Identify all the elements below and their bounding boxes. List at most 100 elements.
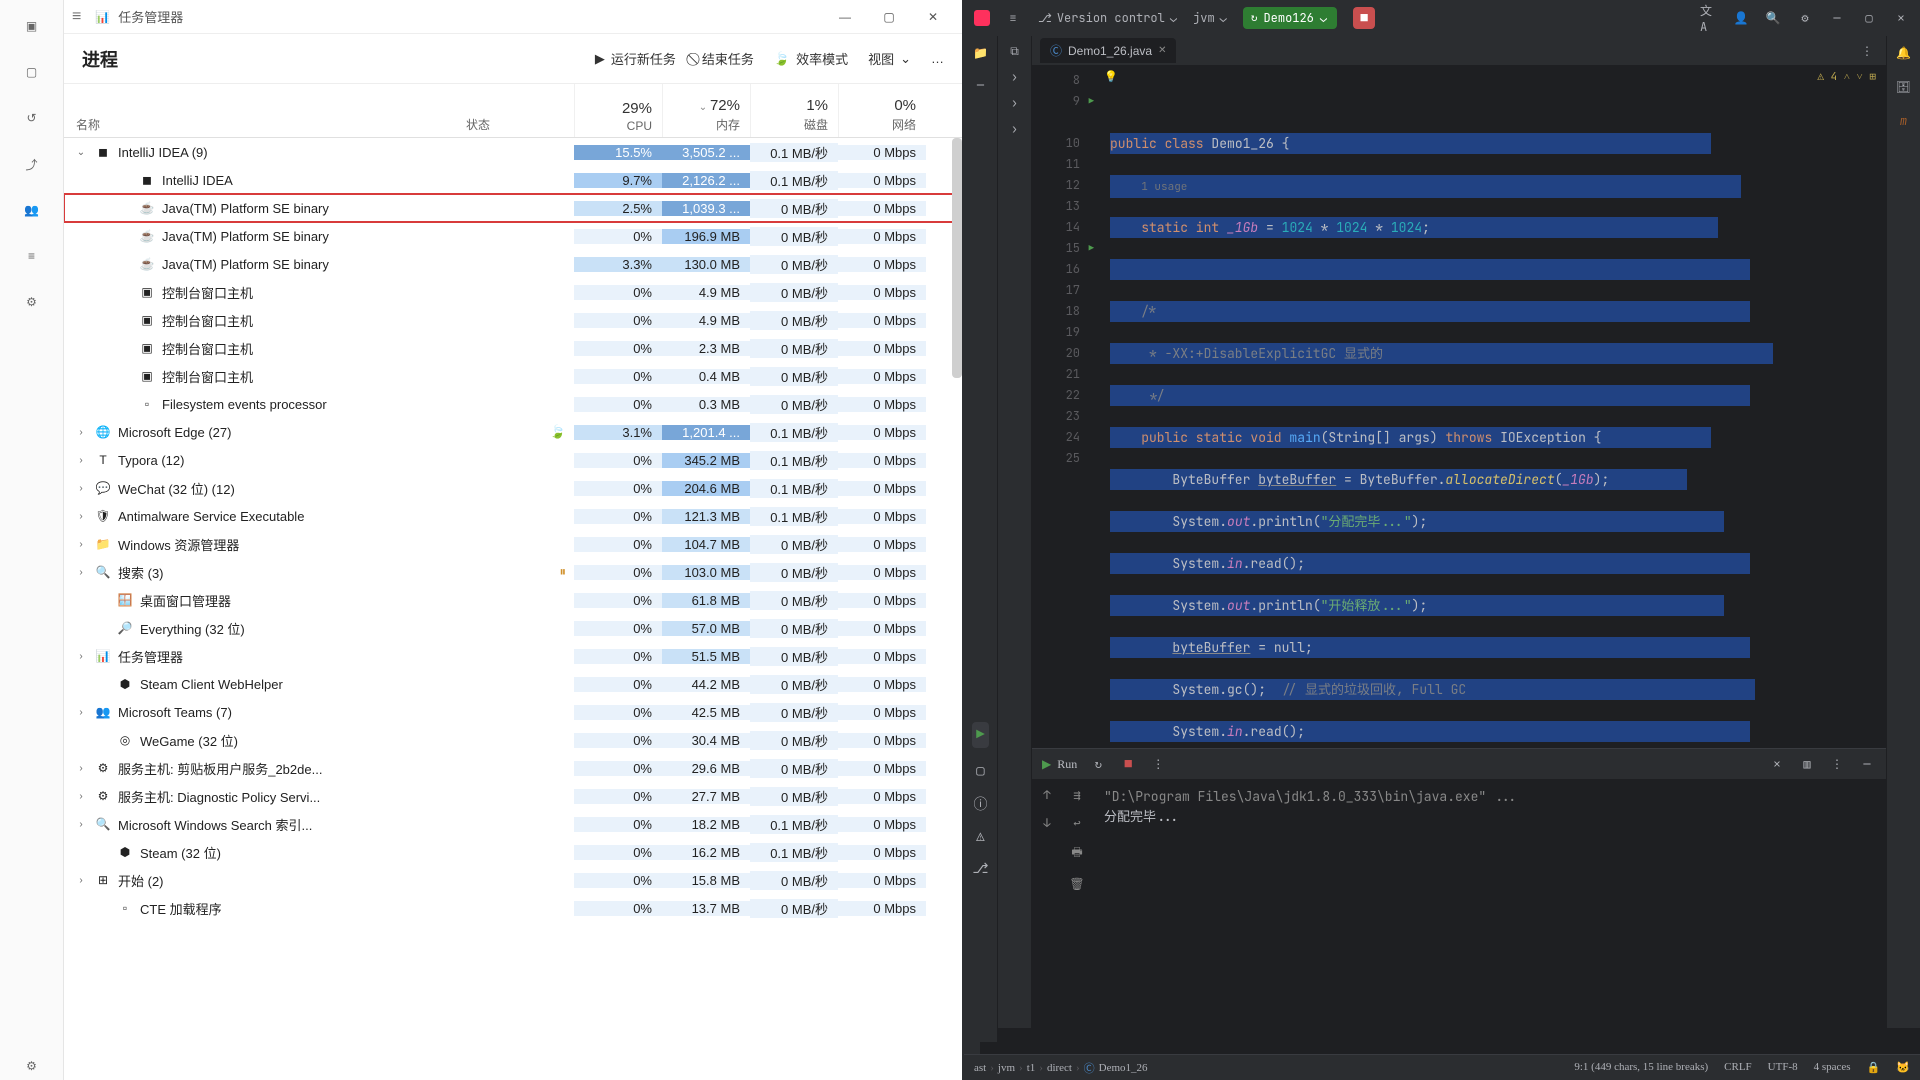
tm-process-list[interactable]: ⌄◼IntelliJ IDEA (9)15.5%3,505.2 ...0.1 M… (64, 138, 962, 1080)
table-row[interactable]: ›⊞开始 (2)0%15.8 MB0 MB/秒0 Mbps (64, 866, 962, 894)
table-row[interactable]: ›🛡Antimalware Service Executable0%121.3 … (64, 502, 962, 530)
console-more-icon[interactable]: ⋮ (1149, 755, 1167, 773)
stop-console-icon[interactable]: ■ (1119, 755, 1137, 773)
details-icon[interactable]: ≡ (18, 242, 46, 270)
code-editor[interactable]: 💡 ⚠ 4 ˄ ˅ ⊞ 8 9 ▶ 10 11 12 13 14 15 ▶ 16… (1032, 66, 1886, 748)
gear-icon[interactable]: ⚙ (1796, 9, 1814, 27)
close-button[interactable]: ✕ (912, 3, 954, 31)
table-row[interactable]: ›🌐Microsoft Edge (27)🍃3.1%1,201.4 ...0.1… (64, 418, 962, 446)
col-name-label[interactable]: 名称 (76, 116, 442, 133)
database-icon[interactable]: 🗄 (1895, 78, 1913, 96)
translate-icon[interactable]: 文A (1700, 9, 1718, 27)
history-icon[interactable]: ↺ (18, 104, 46, 132)
gutter-run-icon[interactable]: ▶ (1089, 238, 1094, 259)
minimize-button[interactable]: — (824, 3, 866, 31)
more-button[interactable]: … (931, 49, 944, 68)
table-row[interactable]: ▣控制台窗口主机0%4.9 MB0 MB/秒0 Mbps (64, 278, 962, 306)
notifications-icon[interactable]: 🔔 (1895, 44, 1913, 62)
table-row[interactable]: ›📊任务管理器0%51.5 MB0 MB/秒0 Mbps (64, 642, 962, 670)
table-row[interactable]: 🪟桌面窗口管理器0%61.8 MB0 MB/秒0 Mbps (64, 586, 962, 614)
version-control-dropdown[interactable]: ⎇Version control⌄ (1038, 10, 1177, 26)
table-row[interactable]: ›📁Windows 资源管理器0%104.7 MB0 MB/秒0 Mbps (64, 530, 962, 558)
table-row[interactable]: ›TTypora (12)0%345.2 MB0.1 MB/秒0 Mbps (64, 446, 962, 474)
print-icon[interactable]: 🖶 (1071, 843, 1082, 864)
project-tool-icon[interactable]: 📁 (972, 44, 990, 62)
collapse-icon[interactable]: — (972, 76, 990, 94)
col-cpu-label[interactable]: CPU (585, 119, 652, 133)
code-content[interactable]: public class Demo1_26 { 1 usage static i… (1092, 66, 1886, 748)
git-icon[interactable]: ⎇ (972, 860, 988, 878)
processes-icon[interactable]: ▣ (18, 12, 46, 40)
maximize-button[interactable]: ▢ (868, 3, 910, 31)
editor-tab[interactable]: Ⓒ Demo1_26.java ✕ (1040, 38, 1176, 63)
efficiency-button[interactable]: 🍃效率模式 (774, 49, 848, 68)
line-sep[interactable]: CRLF (1724, 1061, 1752, 1074)
table-row[interactable]: ⌄◼IntelliJ IDEA (9)15.5%3,505.2 ...0.1 M… (64, 138, 962, 166)
indent-setting[interactable]: 4 spaces (1814, 1061, 1851, 1074)
problems-icon[interactable]: ⓘ (974, 794, 988, 814)
nav-right-icon-2[interactable]: › (1006, 94, 1024, 112)
hide-console-icon[interactable]: — (1858, 755, 1876, 773)
table-row[interactable]: ›💬WeChat (32 位) (12)0%204.6 MB0.1 MB/秒0 … (64, 474, 962, 502)
hamburger-icon[interactable]: ≡ (72, 8, 81, 26)
nav-right-icon-3[interactable]: › (1006, 120, 1024, 138)
console-output[interactable]: "D:\Program Files\Java\jdk1.8.0_333\bin\… (1092, 779, 1886, 1028)
run-tool-tab[interactable]: ▶Run (1042, 757, 1077, 772)
table-row[interactable]: ◼IntelliJ IDEA9.7%2,126.2 ...0.1 MB/秒0 M… (64, 166, 962, 194)
new-task-button[interactable]: ▶运行新任务 (595, 49, 676, 68)
search-icon[interactable]: 🔍 (1764, 9, 1782, 27)
console-options-icon[interactable]: ⋮ (1828, 755, 1846, 773)
rerun-icon[interactable]: ↻ (1089, 755, 1107, 773)
table-row[interactable]: ▣控制台窗口主机0%4.9 MB0 MB/秒0 Mbps (64, 306, 962, 334)
settings-icon[interactable]: ⚙ (18, 1052, 46, 1080)
table-row[interactable]: ▣控制台窗口主机0%0.4 MB0 MB/秒0 Mbps (64, 362, 962, 390)
table-row[interactable]: ›⚙服务主机: Diagnostic Policy Servi...0%27.7… (64, 782, 962, 810)
table-row[interactable]: ▣控制台窗口主机0%2.3 MB0 MB/秒0 Mbps (64, 334, 962, 362)
run-button[interactable]: ↻Demo126⌄ (1243, 7, 1337, 29)
scrollbar[interactable] (952, 138, 962, 378)
window-minimize-icon[interactable]: — (1828, 9, 1846, 27)
gutter-run-icon[interactable]: ▶ (1089, 91, 1094, 112)
col-mem-label[interactable]: 内存 (673, 116, 740, 133)
intention-bulb-icon[interactable]: 💡 (1104, 70, 1118, 84)
window-close-icon[interactable]: ✕ (1892, 9, 1910, 27)
startup-icon[interactable]: ⤴ (18, 150, 46, 178)
view-button[interactable]: 视图⌄ (868, 49, 911, 68)
softwrap-icon[interactable]: ↩ (1073, 815, 1080, 831)
structure-icon[interactable]: ⧉ (1006, 42, 1024, 60)
run-config-dropdown[interactable]: jvm⌄ (1193, 10, 1227, 26)
end-task-button[interactable]: ⃠结束任务 (696, 49, 754, 68)
table-row[interactable]: ☕Java(TM) Platform SE binary2.5%1,039.3 … (64, 194, 962, 222)
caret-position[interactable]: 9:1 (449 chars, 15 line breaks) (1574, 1061, 1708, 1074)
services-icon[interactable]: ⚙ (18, 288, 46, 316)
stop-button[interactable]: ■ (1353, 7, 1375, 29)
performance-icon[interactable]: ▢ (18, 58, 46, 86)
table-row[interactable]: ▫Filesystem events processor0%0.3 MB0 MB… (64, 390, 962, 418)
filter-icon[interactable]: ⇶ (1073, 787, 1080, 803)
table-row[interactable]: ›🔍搜索 (3)⏸0%103.0 MB0 MB/秒0 Mbps (64, 558, 962, 586)
run-side-icon[interactable]: ▶ (972, 722, 988, 748)
table-row[interactable]: ›⚙服务主机: 剪贴板用户服务_2b2de...0%29.6 MB0 MB/秒0… (64, 754, 962, 782)
down-arrow-icon[interactable]: ↓ (1043, 815, 1050, 831)
table-row[interactable]: ▫CTE 加载程序0%13.7 MB0 MB/秒0 Mbps (64, 894, 962, 922)
inspection-indicator[interactable]: ⚠ 4 ˄ ˅ ⊞ (1817, 70, 1876, 84)
col-status-label[interactable]: 状态 (466, 116, 562, 133)
table-row[interactable]: ›🔍Microsoft Windows Search 索引...0%18.2 M… (64, 810, 962, 838)
up-arrow-icon[interactable]: ↑ (1043, 787, 1050, 803)
table-row[interactable]: 🔎Everything (32 位)0%57.0 MB0 MB/秒0 Mbps (64, 614, 962, 642)
layout-icon[interactable]: ▥ (1798, 755, 1816, 773)
main-menu-icon[interactable]: ≡ (1004, 9, 1022, 27)
warning-tool-icon[interactable]: ⚠ (976, 828, 984, 846)
table-row[interactable]: ⬢Steam (32 位)0%16.2 MB0.1 MB/秒0 Mbps (64, 838, 962, 866)
table-row[interactable]: ⬢Steam Client WebHelper0%44.2 MB0 MB/秒0 … (64, 670, 962, 698)
tab-more-icon[interactable]: ⋮ (1858, 42, 1876, 60)
table-row[interactable]: ☕Java(TM) Platform SE binary3.3%130.0 MB… (64, 250, 962, 278)
table-row[interactable]: ›👥Microsoft Teams (7)0%42.5 MB0 MB/秒0 Mb… (64, 698, 962, 726)
readonly-lock-icon[interactable]: 🔒 (1867, 1061, 1881, 1074)
maven-icon[interactable]: m (1895, 112, 1913, 130)
window-maximize-icon[interactable]: ▢ (1860, 9, 1878, 27)
users-icon[interactable]: 👥 (18, 196, 46, 224)
close-console-icon[interactable]: ✕ (1768, 755, 1786, 773)
terminal-icon[interactable]: ▢ (976, 762, 984, 780)
file-encoding[interactable]: UTF-8 (1768, 1061, 1798, 1074)
